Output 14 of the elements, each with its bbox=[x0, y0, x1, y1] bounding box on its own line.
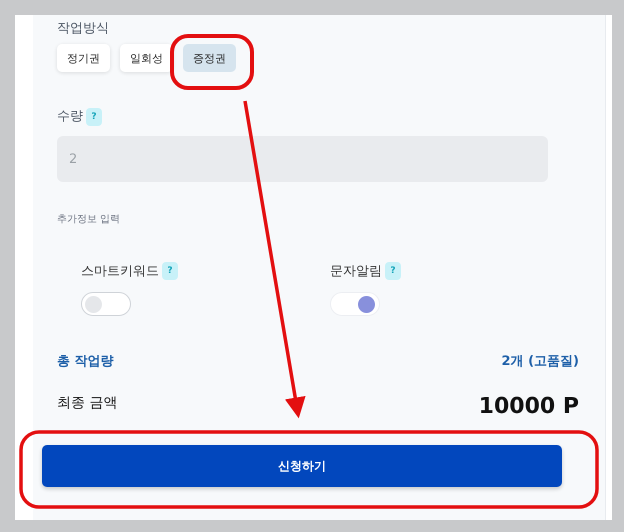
section-label: 작업방식 bbox=[57, 21, 110, 37]
option-button[interactable]: 일회성 bbox=[120, 44, 173, 72]
submit-button[interactable]: 신청하기 bbox=[42, 445, 562, 487]
price-value: 10000 P bbox=[478, 394, 579, 419]
option-button[interactable]: 정기권 bbox=[57, 44, 110, 72]
total-label: 총 작업량 bbox=[57, 353, 114, 370]
option-button[interactable]: 증정권 bbox=[183, 44, 236, 72]
price-label: 최종 금액 bbox=[57, 394, 118, 412]
toggle-switch[interactable] bbox=[81, 292, 131, 316]
toggle-label: 스마트키워드 bbox=[81, 263, 159, 280]
total-value: 2개 (고품질) bbox=[502, 353, 579, 370]
toggle-label: 문자알림 bbox=[330, 263, 382, 280]
field-label: 수량 bbox=[57, 109, 83, 125]
section-label: 추가정보 입력 bbox=[57, 213, 122, 226]
